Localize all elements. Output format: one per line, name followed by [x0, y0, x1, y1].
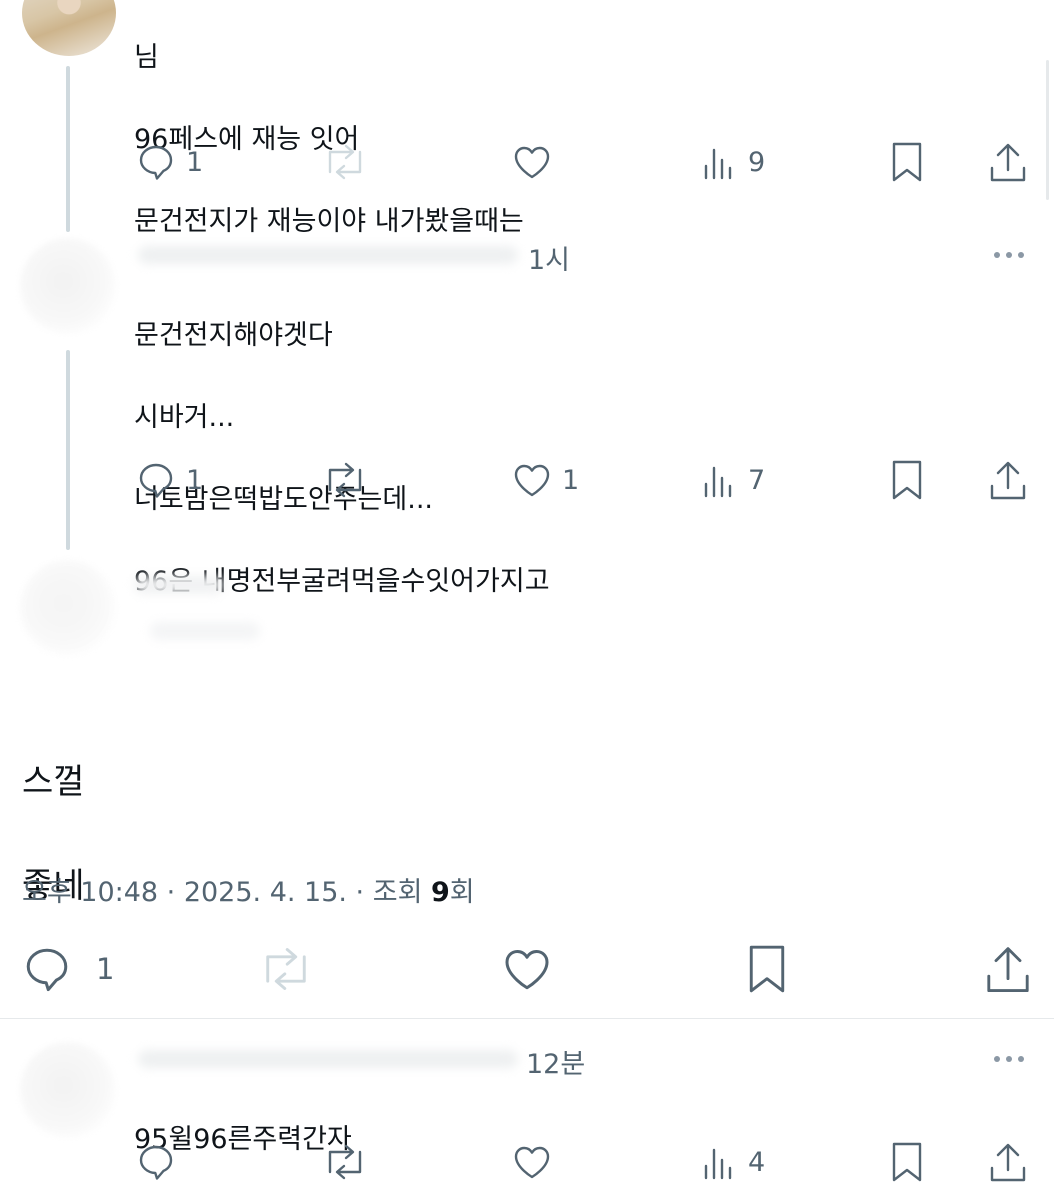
tweet-time[interactable]: 12분: [526, 1042, 585, 1081]
views-count: 9: [748, 146, 766, 178]
reply-icon: [139, 463, 173, 498]
like-button[interactable]: [512, 1142, 552, 1182]
thread-line: [66, 66, 70, 232]
views-icon: [704, 148, 732, 180]
tweet-timestamp[interactable]: 오후 10:48 · 2025. 4. 15. · 조회 9회: [22, 870, 475, 909]
retweet-icon: [328, 1144, 362, 1180]
tweet-line: 시바거...: [134, 402, 235, 433]
bookmark-icon: [892, 1142, 922, 1182]
like-button[interactable]: [502, 944, 552, 994]
bookmark-button[interactable]: [744, 942, 790, 996]
like-count: 1: [562, 464, 580, 496]
thread-line: [1046, 60, 1049, 200]
share-icon: [987, 947, 1029, 993]
more-icon: [1006, 252, 1012, 258]
timestamp-text: 오후 10:48 · 2025. 4. 15. · 조회: [22, 877, 431, 908]
tweet-line: 님: [134, 42, 159, 73]
avatar[interactable]: [20, 238, 116, 334]
user-handle-blurred: [150, 622, 260, 640]
reply-count: 1: [186, 146, 204, 178]
reply-button[interactable]: 1: [136, 142, 203, 182]
more-icon: [994, 1056, 1000, 1062]
more-icon: [1018, 252, 1024, 258]
divider: [0, 1018, 1054, 1019]
views-button[interactable]: 7: [702, 460, 765, 500]
like-icon: [505, 950, 549, 990]
user-name-blurred: [134, 576, 224, 594]
retweet-icon: [266, 948, 306, 990]
retweet-button[interactable]: [322, 142, 368, 182]
retweet-icon: [328, 144, 362, 180]
like-icon: [514, 1146, 550, 1179]
more-button[interactable]: [994, 252, 1024, 258]
reply-icon: [139, 145, 173, 180]
user-name-blurred: [138, 1050, 518, 1068]
bookmark-icon: [892, 142, 922, 182]
main-tweet-text: 스껄 좋네: [22, 704, 85, 964]
like-icon: [514, 146, 550, 179]
bookmark-button[interactable]: [888, 1140, 926, 1184]
user-name-blurred: [138, 246, 518, 264]
tweet-line: 스껄: [22, 762, 85, 802]
reply-icon: [139, 1145, 173, 1180]
share-icon: [990, 461, 1026, 500]
share-button[interactable]: [988, 1140, 1028, 1184]
reply-count: 1: [186, 464, 204, 496]
retweet-button[interactable]: [258, 944, 314, 994]
more-icon: [1018, 1056, 1024, 1062]
views-button[interactable]: 4: [702, 1142, 765, 1182]
views-icon: [704, 1148, 732, 1180]
views-button[interactable]: 9: [702, 142, 765, 182]
share-button[interactable]: [988, 458, 1028, 502]
more-button[interactable]: [994, 1056, 1024, 1062]
avatar[interactable]: [20, 560, 116, 656]
bookmark-button[interactable]: [888, 458, 926, 502]
like-button[interactable]: [512, 142, 552, 182]
share-button[interactable]: [984, 942, 1032, 996]
views-count: 4: [748, 1146, 766, 1178]
share-button[interactable]: [988, 140, 1028, 184]
reply-count: 1: [96, 952, 115, 986]
reply-button[interactable]: [136, 1142, 176, 1182]
retweet-button[interactable]: [322, 1142, 368, 1182]
bookmark-icon: [749, 945, 785, 993]
avatar[interactable]: [20, 1042, 116, 1138]
more-icon: [994, 252, 1000, 258]
retweet-button[interactable]: [322, 460, 368, 500]
views-icon: [704, 466, 732, 498]
timestamp-suffix: 회: [449, 877, 475, 908]
thread-line: [66, 350, 70, 550]
avatar[interactable]: [22, 0, 116, 56]
tweet-line: 문건전지가 재능이야 내가봤을때는: [134, 206, 524, 237]
share-icon: [990, 1143, 1026, 1182]
like-icon: [514, 464, 550, 497]
tweet-time[interactable]: 1시: [528, 238, 570, 277]
reply-icon: [26, 948, 68, 992]
bookmark-button[interactable]: [888, 140, 926, 184]
retweet-icon: [328, 462, 362, 498]
reply-button[interactable]: 1: [22, 944, 114, 994]
view-count: 9: [431, 877, 450, 908]
views-count: 7: [748, 464, 766, 496]
share-icon: [990, 143, 1026, 182]
bookmark-icon: [892, 460, 922, 500]
reply-button[interactable]: 1: [136, 460, 203, 500]
more-icon: [1006, 1056, 1012, 1062]
tweet-line: 문건전지해야겟다: [134, 320, 333, 351]
tweet-text: 95윌96른주력간자: [134, 1078, 352, 1201]
like-button[interactable]: 1: [512, 460, 579, 500]
